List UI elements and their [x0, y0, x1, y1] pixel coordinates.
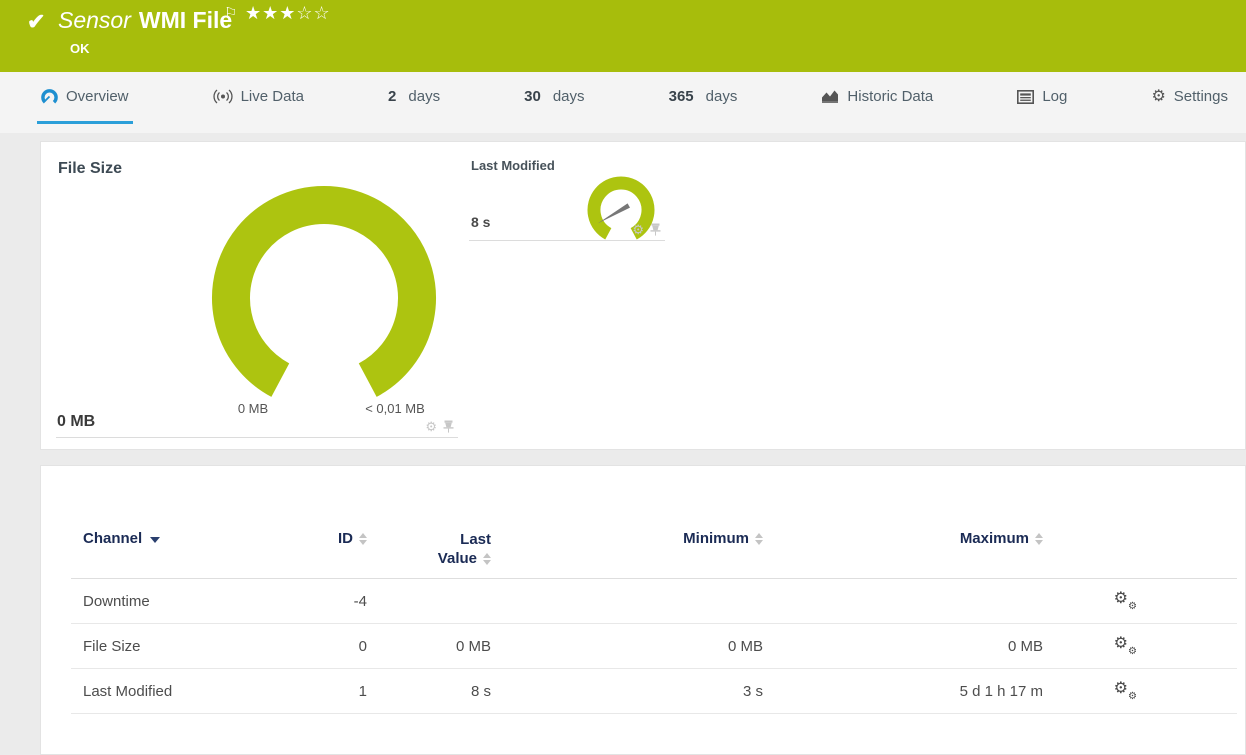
sensor-kind-label: Sensor — [58, 7, 131, 33]
status-badge: OK — [70, 41, 90, 56]
tab-label[interactable]: Historic Data — [847, 88, 933, 105]
sensor-header: ✔ Sensor WMI File ⚐ ★★★☆☆ OK — [0, 0, 1246, 72]
chevron-down-icon — [150, 536, 161, 543]
column-label[interactable]: Minimum — [683, 530, 749, 547]
pin-icon[interactable] — [650, 223, 661, 236]
widget-settings-gear-icon[interactable]: ⚙ — [425, 420, 437, 433]
file-size-gauge-widget: File Size 0 MB < 0,01 MB 0 MB ⚙ — [56, 152, 458, 438]
area-chart-icon — [822, 90, 839, 103]
tab-label[interactable]: days — [553, 88, 585, 105]
channel-last-value: 8 s — [470, 682, 491, 700]
table-header-row: Channel ID Last Value Minimum Maximum — [71, 521, 1237, 579]
file-size-gauge — [212, 186, 436, 397]
sort-icon[interactable] — [483, 552, 491, 565]
channel-table-panel: Channel ID Last Value Minimum Maximum Do… — [40, 465, 1246, 755]
column-label[interactable]: ID — [338, 530, 353, 547]
column-label[interactable]: Value — [438, 549, 477, 568]
tab-label[interactable]: Settings — [1174, 88, 1228, 105]
channel-maximum: 5 d 1 h 17 m — [959, 682, 1043, 700]
sort-icon[interactable] — [755, 532, 763, 545]
column-header-maximum[interactable]: Maximum — [763, 521, 1043, 547]
channel-minimum: 3 s — [742, 682, 763, 700]
gauge-current-value: 8 s — [471, 214, 491, 230]
channel-maximum: 0 MB — [1007, 637, 1043, 655]
tab-label[interactable]: Overview — [66, 88, 129, 105]
column-label[interactable]: Channel — [83, 530, 142, 547]
tab-2-days[interactable]: 2 days — [384, 72, 444, 124]
tab-overview[interactable]: Overview — [37, 72, 133, 124]
table-row[interactable]: Last Modified 1 8 s 3 s 5 d 1 h 17 m ⚙ ⚙ — [71, 669, 1237, 714]
status-ok-check-icon: ✔ — [27, 9, 46, 34]
gear-icon: ⚙ — [1151, 87, 1166, 105]
gauge-title: Last Modified — [471, 158, 555, 173]
table-row[interactable]: File Size 0 0 MB 0 MB 0 MB ⚙ ⚙ — [71, 624, 1237, 669]
live-data-icon — [213, 89, 233, 104]
sensor-title-line: Sensor WMI File — [58, 7, 232, 34]
gauge-current-value: 0 MB — [57, 413, 96, 430]
priority-flag-icon[interactable]: ⚐ — [224, 4, 237, 22]
tab-number[interactable]: 2 — [388, 88, 396, 105]
tab-log[interactable]: Log — [1013, 72, 1071, 124]
column-header-minimum[interactable]: Minimum — [491, 521, 763, 547]
channel-name[interactable]: Last Modified — [71, 683, 293, 700]
column-label[interactable]: Maximum — [960, 530, 1029, 547]
last-modified-gauge-widget: Last Modified 8 s ⚙ — [469, 152, 665, 241]
tab-bar: Overview Live Data 2 days 30 days 365 da… — [0, 72, 1246, 133]
channel-name[interactable]: Downtime — [71, 593, 293, 610]
tab-label[interactable]: days — [706, 88, 738, 105]
sensor-name: WMI File — [138, 7, 233, 33]
tab-live-data[interactable]: Live Data — [209, 72, 308, 124]
column-header-channel[interactable]: Channel — [71, 521, 293, 547]
tab-historic-data[interactable]: Historic Data — [817, 72, 937, 124]
tab-number[interactable]: 365 — [669, 88, 694, 105]
gauge-min-label: 0 MB — [237, 401, 269, 416]
tab-30-days[interactable]: 30 days — [520, 72, 588, 124]
tab-label[interactable]: days — [408, 88, 440, 105]
column-header-last-value[interactable]: Last Value — [367, 521, 491, 568]
tab-number[interactable]: 30 — [524, 88, 541, 105]
gauge-max-label: < 0,01 MB — [365, 401, 425, 416]
channel-name[interactable]: File Size — [71, 638, 293, 655]
overview-gauges-panel: File Size 0 MB < 0,01 MB 0 MB ⚙ Last Mod… — [40, 141, 1246, 450]
column-label[interactable]: Last — [460, 530, 491, 549]
gauge-title: File Size — [58, 160, 123, 177]
pin-icon[interactable] — [443, 420, 454, 433]
sort-icon[interactable] — [1035, 532, 1043, 545]
log-icon — [1017, 89, 1035, 104]
gauge-arc — [212, 186, 436, 397]
tab-365-days[interactable]: 365 days — [665, 72, 742, 124]
tab-label[interactable]: Log — [1042, 88, 1067, 105]
channel-id: 1 — [358, 682, 367, 700]
channel-id: 0 — [358, 637, 367, 655]
channel-minimum: 0 MB — [727, 637, 763, 655]
stars-empty[interactable]: ☆☆ — [296, 3, 330, 23]
tab-label[interactable]: Live Data — [241, 88, 304, 105]
channel-last-value: 0 MB — [455, 637, 491, 655]
tab-settings[interactable]: ⚙ Settings — [1147, 72, 1232, 124]
channel-id: -4 — [353, 592, 367, 610]
stars-filled[interactable]: ★★★ — [245, 3, 296, 23]
table-row[interactable]: Downtime -4 ⚙ ⚙ — [71, 579, 1237, 624]
sort-icon[interactable] — [359, 532, 367, 545]
gauge-icon — [41, 89, 58, 104]
channel-table: Channel ID Last Value Minimum Maximum Do… — [71, 521, 1237, 714]
column-header-id[interactable]: ID — [293, 521, 367, 547]
widget-settings-gear-icon[interactable]: ⚙ — [632, 223, 644, 236]
rating-stars[interactable]: ★★★☆☆ — [245, 3, 331, 24]
